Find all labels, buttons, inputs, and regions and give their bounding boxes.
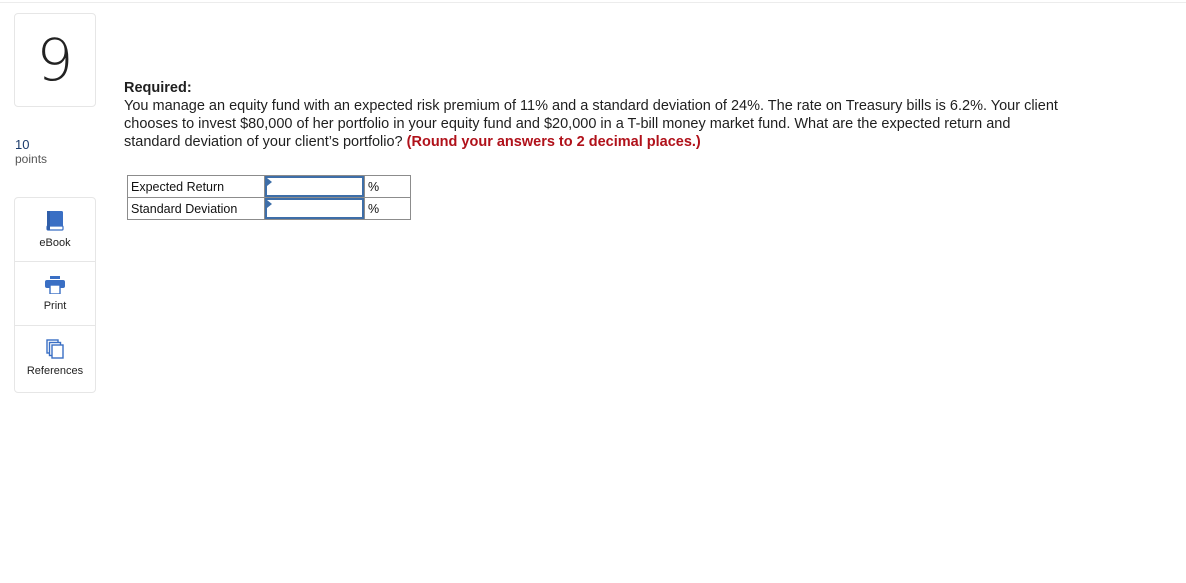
points-value: 10 bbox=[15, 137, 30, 152]
points-label: points bbox=[15, 152, 48, 166]
ebook-button[interactable]: eBook bbox=[15, 198, 95, 262]
question-text: You manage an equity fund with an expect… bbox=[124, 97, 1064, 151]
expected-return-input[interactable] bbox=[265, 176, 364, 197]
references-button[interactable]: References bbox=[15, 326, 95, 390]
book-icon bbox=[46, 210, 64, 231]
points-info: 10 points bbox=[15, 137, 47, 167]
standard-deviation-label: Standard Deviation bbox=[127, 197, 265, 220]
references-label: References bbox=[26, 365, 84, 377]
rounding-instruction: (Round your answers to 2 decimal places.… bbox=[406, 134, 701, 150]
printer-icon bbox=[45, 275, 65, 294]
answer-table: Expected Return % Standard Deviation % bbox=[127, 175, 411, 220]
table-row: Expected Return % bbox=[127, 175, 411, 198]
question-number: 9 bbox=[36, 26, 74, 94]
ebook-label: eBook bbox=[39, 236, 71, 249]
flag-marker-icon bbox=[267, 200, 272, 208]
standard-deviation-cell bbox=[264, 197, 365, 220]
documents-icon bbox=[46, 339, 64, 359]
print-label: Print bbox=[43, 299, 67, 312]
standard-deviation-input[interactable] bbox=[265, 198, 364, 219]
standard-deviation-unit: % bbox=[364, 197, 411, 220]
question-number-box: 9 bbox=[14, 13, 96, 107]
table-row: Standard Deviation % bbox=[127, 197, 411, 220]
required-heading: Required: bbox=[124, 80, 192, 96]
print-button[interactable]: Print bbox=[15, 262, 95, 326]
question-content: Required: You manage an equity fund with… bbox=[124, 79, 1064, 151]
expected-return-label: Expected Return bbox=[127, 175, 265, 198]
tools-panel: eBook Print References bbox=[14, 197, 96, 393]
expected-return-unit: % bbox=[364, 175, 411, 198]
expected-return-cell bbox=[264, 175, 365, 198]
flag-marker-icon bbox=[267, 178, 272, 186]
top-divider bbox=[0, 2, 1186, 3]
